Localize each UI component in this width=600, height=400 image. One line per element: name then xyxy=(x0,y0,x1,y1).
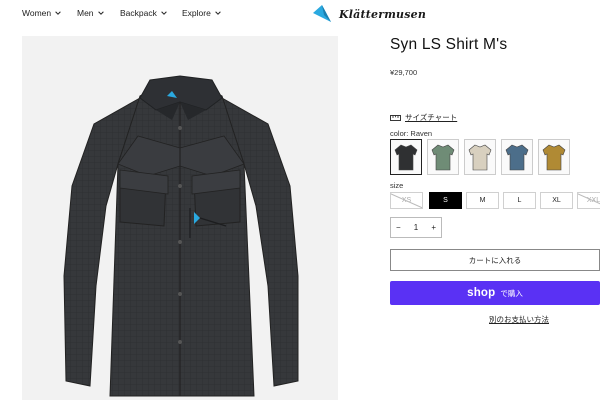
nav-item-label: Backpack xyxy=(120,8,157,18)
top-navigation: Women Men Backpack Explore Klättermusen xyxy=(0,0,600,28)
color-swatch-blue[interactable] xyxy=(501,139,533,175)
quantity-value[interactable]: 1 xyxy=(414,223,418,232)
color-swatch-sage[interactable] xyxy=(427,139,459,175)
nav-item-backpack[interactable]: Backpack xyxy=(120,8,168,18)
nav-item-explore[interactable]: Explore xyxy=(182,8,222,18)
shirt-icon xyxy=(542,144,566,171)
ruler-icon xyxy=(390,115,401,121)
chevron-down-icon xyxy=(215,11,221,15)
size-option-l[interactable]: L xyxy=(503,192,536,209)
color-swatch-raven[interactable] xyxy=(390,139,422,175)
chevron-down-icon xyxy=(161,11,167,15)
other-payment-link[interactable]: 別のお支払い方法 xyxy=(489,314,549,325)
quantity-increase-button[interactable]: + xyxy=(431,223,436,232)
size-option-xxl[interactable]: XXL xyxy=(577,192,600,209)
add-to-cart-button[interactable]: カートに入れる xyxy=(390,249,600,271)
product-title: Syn LS Shirt M's xyxy=(390,36,508,53)
nav-item-men[interactable]: Men xyxy=(77,8,105,18)
brand-logo[interactable]: Klättermusen xyxy=(311,3,426,25)
chevron-down-icon xyxy=(97,11,104,15)
nav-item-label: Men xyxy=(77,8,94,18)
shop-pay-button[interactable]: shop で購入 xyxy=(390,281,600,305)
chevron-down-icon xyxy=(55,11,61,15)
size-option-s[interactable]: S xyxy=(429,192,462,209)
size-label: size xyxy=(390,181,404,190)
shirt-icon xyxy=(505,144,529,171)
color-swatch-sand[interactable] xyxy=(464,139,496,175)
size-chart-link[interactable]: サイズチャート xyxy=(390,112,457,123)
nav-item-label: Explore xyxy=(182,8,211,18)
size-option-xl[interactable]: XL xyxy=(540,192,573,209)
shop-pay-brand: shop xyxy=(467,287,496,299)
quantity-decrease-button[interactable]: − xyxy=(396,223,401,232)
product-price: ¥29,700 xyxy=(390,68,418,77)
shirt-icon xyxy=(394,144,418,171)
shop-pay-suffix: で購入 xyxy=(500,288,523,298)
brand-name: Klättermusen xyxy=(339,7,427,21)
product-image[interactable] xyxy=(22,36,338,400)
shirt-image xyxy=(63,75,299,397)
quantity-stepper: − 1 + xyxy=(390,217,442,238)
color-swatch-ochre[interactable] xyxy=(538,139,570,175)
size-option-m[interactable]: M xyxy=(466,192,499,209)
size-chart-label: サイズチャート xyxy=(405,113,458,122)
size-option-xs[interactable]: XS xyxy=(390,192,423,209)
nav-item-label: Women xyxy=(22,8,52,18)
nav-item-women[interactable]: Women xyxy=(22,8,62,18)
shirt-icon xyxy=(431,144,455,171)
brand-logo-icon xyxy=(313,5,331,22)
color-label: color: Raven xyxy=(390,129,433,138)
shirt-icon xyxy=(468,144,492,171)
